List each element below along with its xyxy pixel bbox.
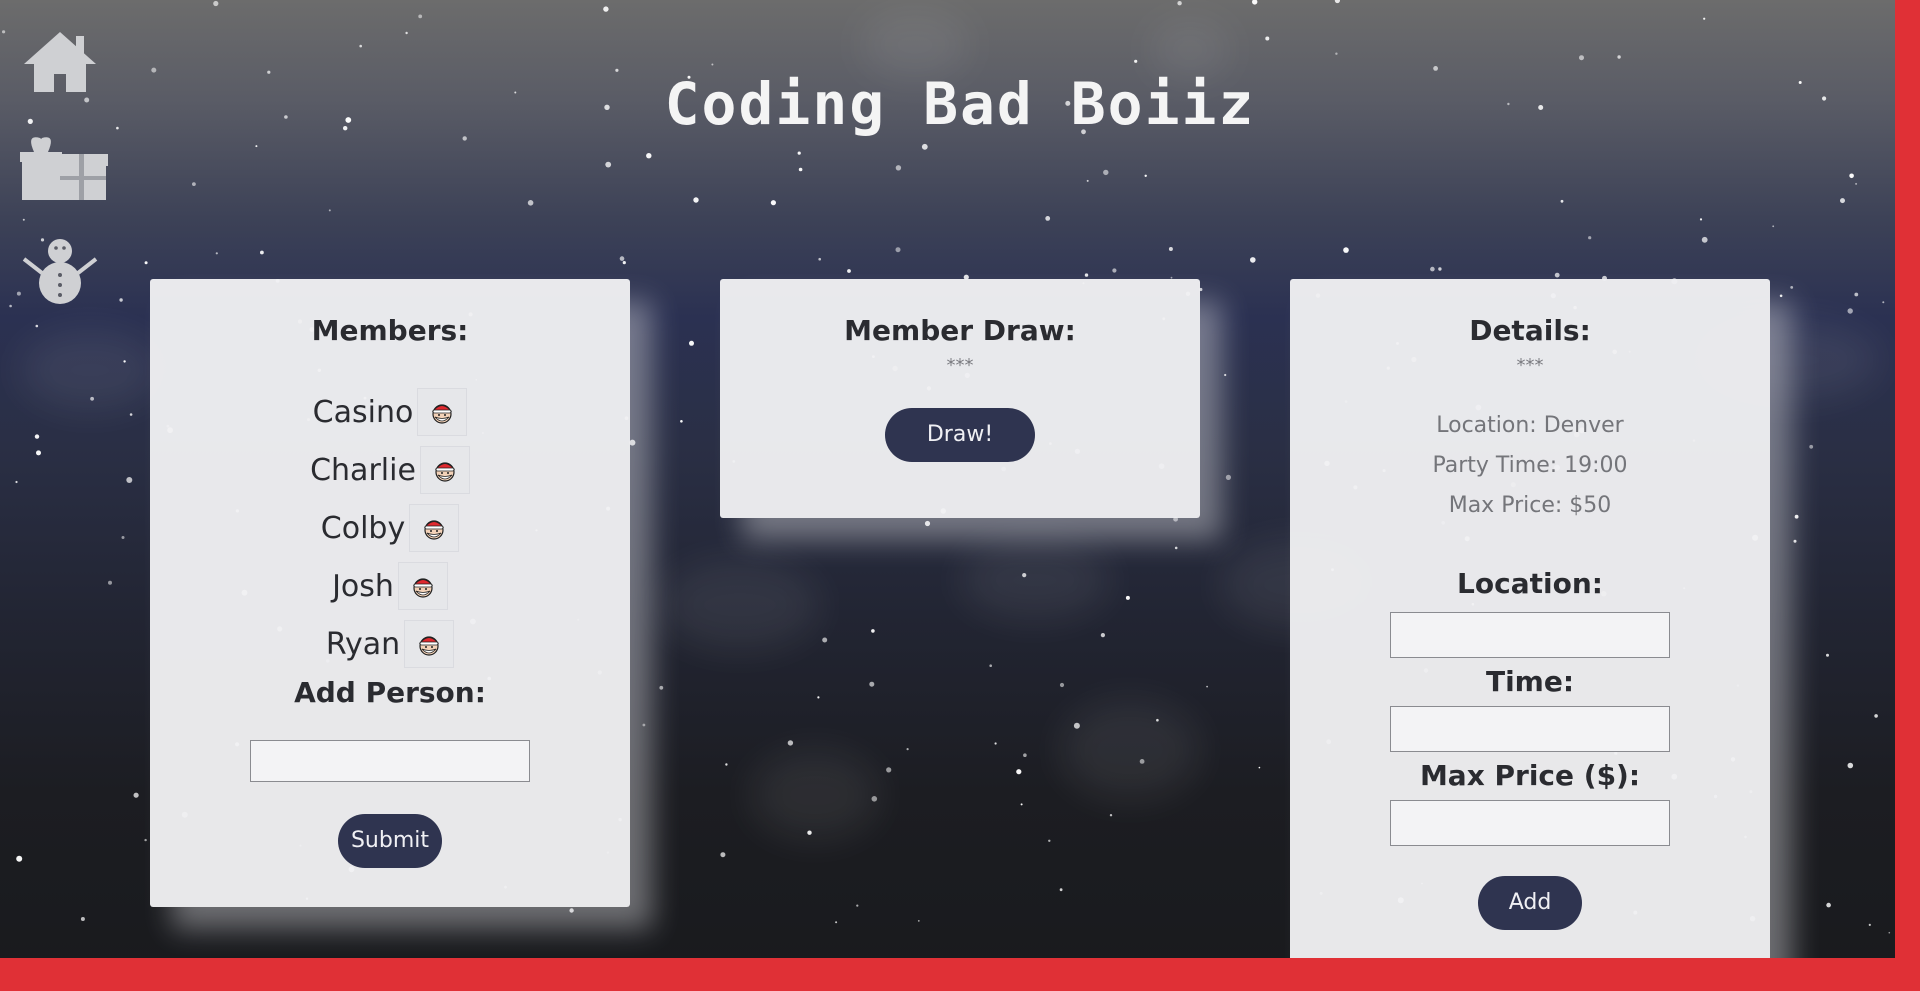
- santa-icon[interactable]: [397, 562, 448, 610]
- member-name: Charlie: [310, 452, 416, 488]
- location-detail: Location: Denver: [1436, 413, 1624, 438]
- members-heading: Members:: [311, 314, 469, 347]
- member-name: Ryan: [325, 626, 401, 662]
- details-panel: Details: *** Location: Denver Party Time…: [1290, 279, 1770, 991]
- santa-icon[interactable]: [417, 388, 468, 436]
- member-name: Josh: [332, 568, 394, 604]
- snowman-icon[interactable]: [20, 235, 110, 315]
- max-price-label: Max Price ($):: [1419, 759, 1641, 792]
- add-details-button[interactable]: Add: [1478, 876, 1582, 930]
- location-label: Location:: [1457, 567, 1603, 600]
- details-placeholder: ***: [1516, 355, 1544, 376]
- right-border-bar: [1895, 0, 1920, 991]
- max-price-detail: Max Price: $50: [1448, 493, 1612, 518]
- max-price-input[interactable]: [1390, 800, 1670, 846]
- member-row: Ryan: [150, 615, 630, 673]
- draw-result: ***: [946, 355, 974, 376]
- time-input[interactable]: [1390, 706, 1670, 752]
- details-heading: Details:: [1469, 314, 1591, 347]
- member-name: Colby: [320, 510, 406, 546]
- time-label: Time:: [1485, 665, 1575, 698]
- party-time-detail: Party Time: 19:00: [1432, 453, 1628, 478]
- bottom-border-bar: [0, 958, 1920, 991]
- add-person-heading: Add Person:: [294, 676, 486, 709]
- gifts-icon[interactable]: [20, 128, 110, 208]
- members-list: Casino Charlie Colby Josh Ryan: [150, 383, 630, 673]
- member-row: Josh: [150, 557, 630, 615]
- member-row: Charlie: [150, 441, 630, 499]
- submit-button[interactable]: Submit: [338, 814, 442, 868]
- draw-button[interactable]: Draw!: [885, 408, 1035, 462]
- location-input[interactable]: [1390, 612, 1670, 658]
- member-draw-heading: Member Draw:: [844, 314, 1076, 347]
- page-title: Coding Bad Boiiz: [664, 70, 1256, 138]
- add-person-input[interactable]: [250, 740, 530, 782]
- member-name: Casino: [312, 394, 414, 430]
- member-draw-panel: Member Draw: *** Draw!: [720, 279, 1200, 518]
- santa-icon[interactable]: [409, 504, 460, 552]
- member-row: Casino: [150, 383, 630, 441]
- member-row: Colby: [150, 499, 630, 557]
- santa-icon[interactable]: [419, 446, 470, 494]
- santa-icon[interactable]: [404, 620, 455, 668]
- members-panel: Members: Casino Charlie Colby Josh Ryan Add …: [150, 279, 630, 907]
